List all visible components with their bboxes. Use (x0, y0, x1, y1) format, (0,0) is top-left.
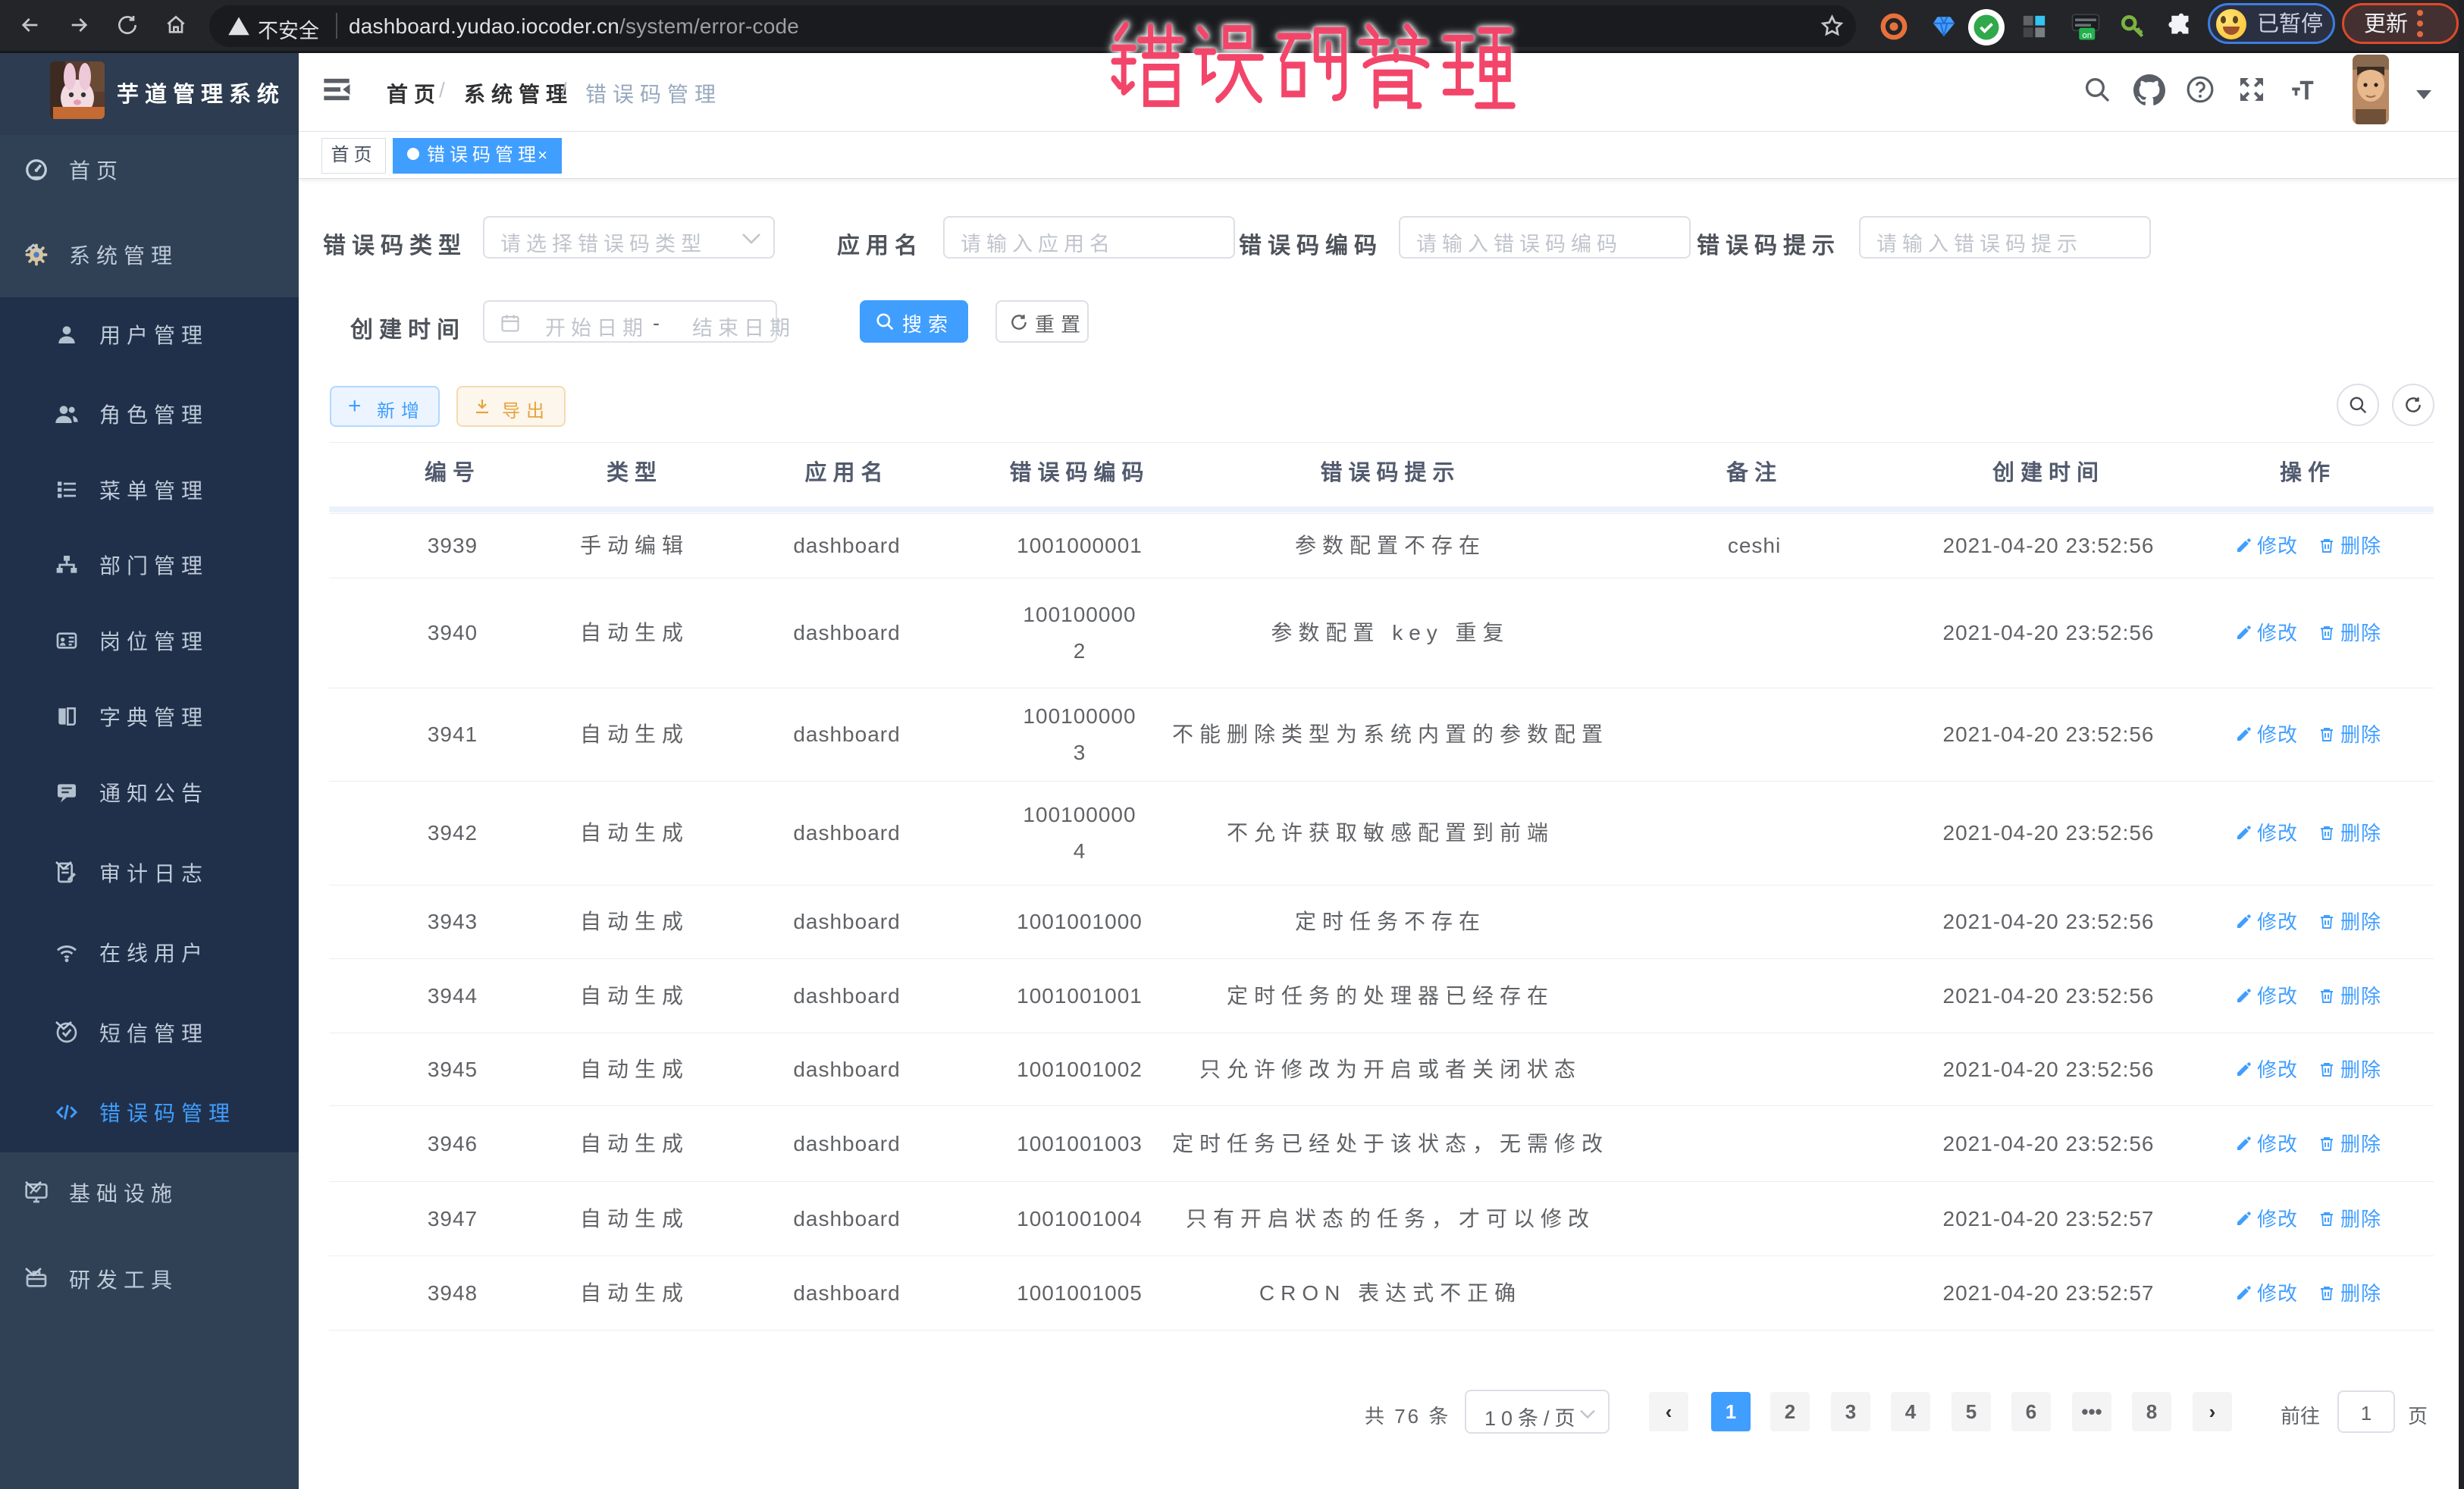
svg-text:on: on (2082, 31, 2092, 40)
